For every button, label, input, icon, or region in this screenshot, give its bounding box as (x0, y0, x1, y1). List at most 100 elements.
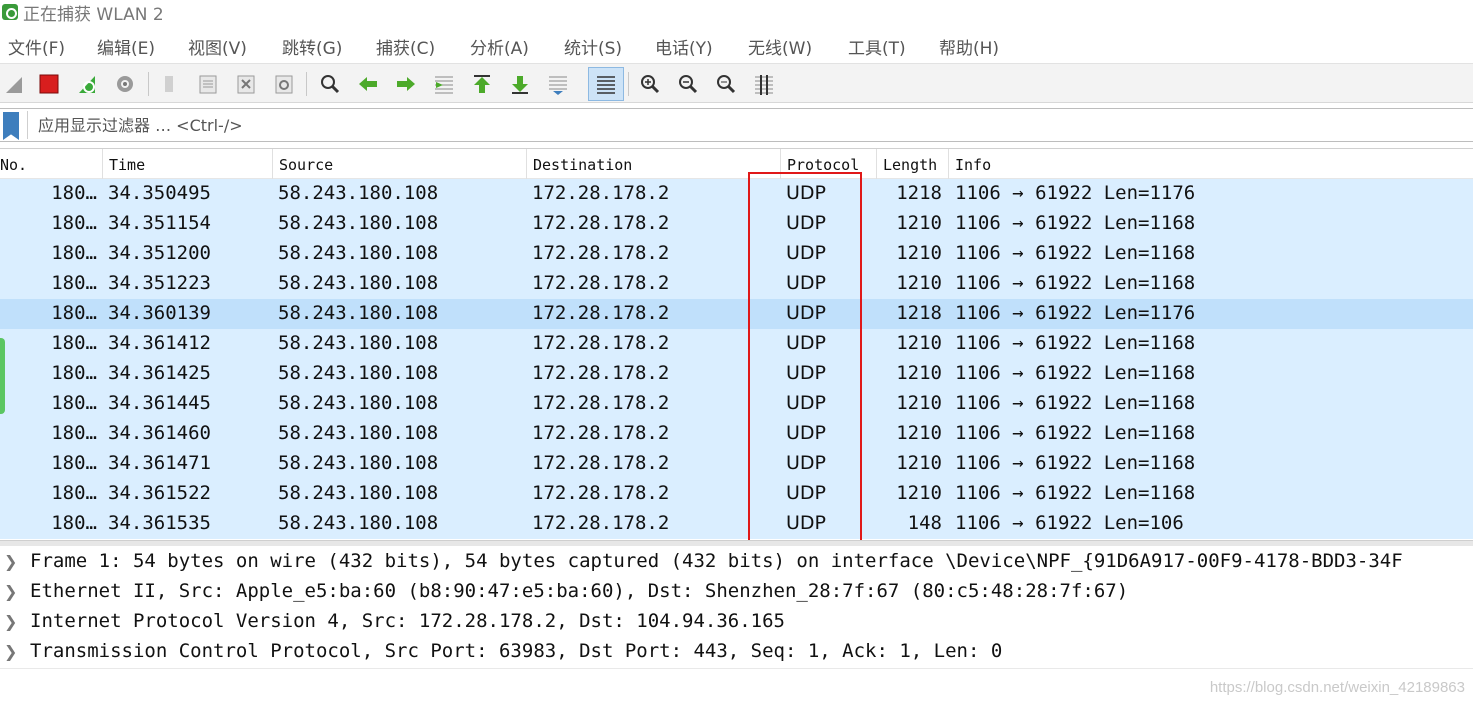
column-header-info[interactable]: Info (949, 149, 1473, 179)
packet-protocol: UDP (786, 272, 826, 294)
bookmark-icon[interactable] (3, 112, 19, 140)
zoom-in-icon[interactable] (638, 72, 662, 96)
packet-length: 1210 (896, 242, 942, 264)
packet-row[interactable]: 180… 34.361425 58.243.180.108 172.28.178.2 U… (0, 359, 1473, 389)
packet-row[interactable]: 180… 34.350495 58.243.180.108 172.28.178.2 U… (0, 179, 1473, 209)
go-back-icon[interactable] (356, 72, 380, 96)
detail-ethernet[interactable]: ❯ Ethernet II, Src: Apple_e5:ba:60 (b8:9… (0, 578, 1473, 608)
packet-row[interactable]: 180… 34.361445 58.243.180.108 172.28.178.2 U… (0, 389, 1473, 419)
toolbar-separator (148, 72, 149, 96)
packet-row[interactable]: 180… 34.361460 58.243.180.108 172.28.178.2 U… (0, 419, 1473, 449)
packet-protocol: UDP (786, 242, 826, 264)
packet-length: 1210 (896, 362, 942, 384)
packet-time: 34.351223 (108, 272, 211, 294)
packet-time: 34.361471 (108, 452, 211, 474)
packet-row[interactable]: 180… 34.361412 58.243.180.108 172.28.178.2 U… (0, 329, 1473, 359)
save-file-icon[interactable] (196, 72, 220, 96)
packet-no: 180… (51, 272, 97, 294)
packet-row[interactable]: 180… 34.351223 58.243.180.108 172.28.178.2 U… (0, 269, 1473, 299)
zoom-out-icon[interactable] (676, 72, 700, 96)
packet-protocol: UDP (786, 332, 826, 354)
packet-length: 1210 (896, 422, 942, 444)
packet-destination: 172.28.178.2 (532, 332, 670, 354)
main-toolbar (0, 63, 1473, 103)
chevron-right-icon[interactable]: ❯ (4, 554, 17, 570)
packet-info: 1106 → 61922 Len=1168 (955, 452, 1196, 474)
menu-capture[interactable]: 捕获(C) (376, 34, 435, 59)
column-header-time[interactable]: Time (103, 149, 273, 179)
stop-capture-icon[interactable] (37, 72, 61, 96)
packet-no: 180… (51, 332, 97, 354)
packet-no: 180… (51, 482, 97, 504)
packet-no: 180… (51, 452, 97, 474)
menu-statistics[interactable]: 统计(S) (564, 34, 622, 59)
packet-length: 1210 (896, 452, 942, 474)
menu-go[interactable]: 跳转(G) (282, 34, 342, 59)
display-filter-input[interactable] (30, 111, 1470, 139)
reload-file-icon[interactable] (272, 72, 296, 96)
resize-columns-icon[interactable] (752, 72, 776, 96)
packet-row[interactable]: 180… 34.361471 58.243.180.108 172.28.178.2 U… (0, 449, 1473, 479)
last-packet-icon[interactable] (508, 72, 532, 96)
packet-protocol: UDP (786, 212, 826, 234)
packet-info: 1106 → 61922 Len=1168 (955, 362, 1196, 384)
menu-file[interactable]: 文件(F) (8, 34, 65, 59)
colorize-icon[interactable] (588, 67, 624, 101)
menu-analyze[interactable]: 分析(A) (470, 34, 529, 59)
menu-tools[interactable]: 工具(T) (848, 34, 906, 59)
detail-ipv4[interactable]: ❯ Internet Protocol Version 4, Src: 172.… (0, 608, 1473, 638)
packet-length: 1210 (896, 332, 942, 354)
go-to-packet-icon[interactable] (432, 72, 456, 96)
column-header-length[interactable]: Length (877, 149, 949, 179)
packet-row[interactable]: 180… 34.351154 58.243.180.108 172.28.178.2 U… (0, 209, 1473, 239)
packet-list-header: No. Time Source Destination Protocol Len… (0, 149, 1473, 179)
close-file-icon[interactable] (234, 72, 258, 96)
side-tab (0, 338, 5, 414)
column-header-destination[interactable]: Destination (527, 149, 781, 179)
packet-destination: 172.28.178.2 (532, 422, 670, 444)
detail-tcp-text: Transmission Control Protocol, Src Port:… (30, 640, 1003, 662)
column-header-protocol[interactable]: Protocol (781, 149, 877, 179)
menu-view[interactable]: 视图(V) (188, 34, 247, 59)
detail-ipv4-text: Internet Protocol Version 4, Src: 172.28… (30, 610, 785, 632)
menu-telephony[interactable]: 电话(Y) (655, 34, 713, 59)
toolbar-separator (306, 72, 307, 96)
packet-protocol: UDP (786, 422, 826, 444)
packet-length: 1210 (896, 482, 942, 504)
column-header-source[interactable]: Source (273, 149, 527, 179)
packet-destination: 172.28.178.2 (532, 452, 670, 474)
packet-destination: 172.28.178.2 (532, 362, 670, 384)
menu-help[interactable]: 帮助(H) (939, 34, 999, 59)
open-file-icon[interactable] (158, 72, 182, 96)
packet-row[interactable]: 180… 34.351200 58.243.180.108 172.28.178.2 U… (0, 239, 1473, 269)
normal-size-icon[interactable] (714, 72, 738, 96)
detail-frame[interactable]: ❯ Frame 1: 54 bytes on wire (432 bits), … (0, 548, 1473, 578)
column-header-no[interactable]: No. (0, 149, 103, 179)
toolbar-separator (628, 72, 629, 96)
menu-edit[interactable]: 编辑(E) (97, 34, 155, 59)
packet-no: 180… (51, 242, 97, 264)
filter-divider (27, 111, 28, 139)
packet-no: 180… (51, 212, 97, 234)
first-packet-icon[interactable] (470, 72, 494, 96)
chevron-right-icon[interactable]: ❯ (4, 584, 17, 600)
packet-destination: 172.28.178.2 (532, 242, 670, 264)
packet-destination: 172.28.178.2 (532, 512, 670, 534)
detail-tcp[interactable]: ❯ Transmission Control Protocol, Src Por… (0, 638, 1473, 668)
packet-row[interactable]: 180… 34.360139 58.243.180.108 172.28.178.2 U… (0, 299, 1473, 329)
chevron-right-icon[interactable]: ❯ (4, 644, 17, 660)
packet-row[interactable]: 180… 34.361535 58.243.180.108 172.28.178.2 U… (0, 509, 1473, 539)
start-capture-icon[interactable] (2, 72, 26, 96)
packet-protocol: UDP (786, 392, 826, 414)
packet-source: 58.243.180.108 (278, 482, 439, 504)
autoscroll-icon[interactable] (546, 72, 570, 96)
menu-wireless[interactable]: 无线(W) (748, 34, 812, 59)
packet-info: 1106 → 61922 Len=1176 (955, 302, 1196, 324)
find-packet-icon[interactable] (318, 72, 342, 96)
capture-options-icon[interactable] (113, 72, 137, 96)
packet-row[interactable]: 180… 34.361522 58.243.180.108 172.28.178.2 U… (0, 479, 1473, 509)
chevron-right-icon[interactable]: ❯ (4, 614, 17, 630)
restart-capture-icon[interactable] (75, 72, 99, 96)
packet-protocol: UDP (786, 482, 826, 504)
go-forward-icon[interactable] (394, 72, 418, 96)
